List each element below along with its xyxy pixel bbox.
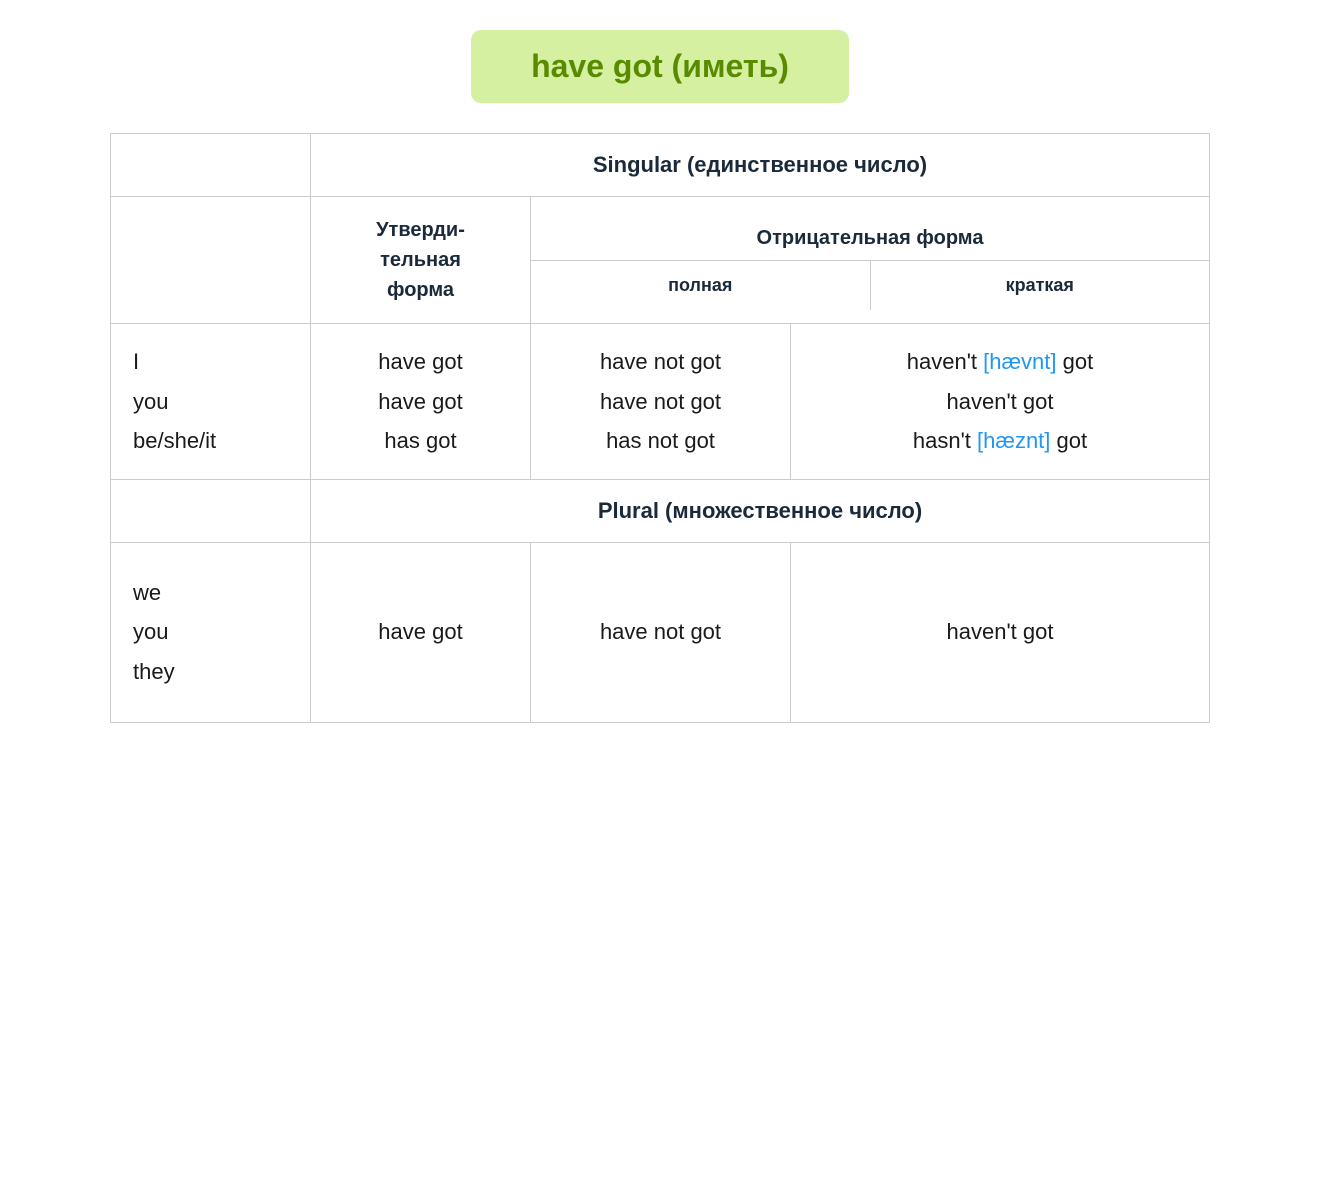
column-headers-row: Утверди-тельнаяформа Отрицательная форма… <box>111 197 1210 324</box>
subject-cell-plural: weyouthey <box>111 542 311 722</box>
title-text: have got (иметь) <box>531 48 789 84</box>
page-container: have got (иметь) Singular (единственное … <box>110 30 1210 723</box>
empty-header-cell <box>111 197 311 324</box>
plural-header: Plural (множественное число) <box>311 479 1210 542</box>
negative-full-cell-singular: have not gothave not gothas not got <box>531 324 791 480</box>
plural-header-row: Plural (множественное число) <box>111 479 1210 542</box>
title-badge: have got (иметь) <box>471 30 849 103</box>
singular-header: Singular (единственное число) <box>311 134 1210 197</box>
affirmative-cell-plural: have got <box>311 542 531 722</box>
subject-cell-singular: Iyoube/she/it <box>111 324 311 480</box>
negative-header-label: Отрицательная форма <box>531 211 1209 260</box>
full-sub-header: полная <box>531 261 871 310</box>
empty-cell-singular <box>111 134 311 197</box>
singular-data-row: Iyoube/she/it have gothave gothas got ha… <box>111 324 1210 480</box>
negative-header-group: Отрицательная форма полная краткая <box>531 197 1210 324</box>
grammar-table: Singular (единственное число) Утверди-те… <box>110 133 1210 723</box>
short-sub-header: краткая <box>871 261 1210 310</box>
affirmative-header: Утверди-тельнаяформа <box>311 197 531 324</box>
singular-header-row: Singular (единственное число) <box>111 134 1210 197</box>
phonetic-havnt: [hævnt] <box>983 349 1056 374</box>
empty-cell-plural <box>111 479 311 542</box>
negative-short-cell-plural: haven't got <box>791 542 1210 722</box>
plural-data-row: weyouthey have got have not got haven't … <box>111 542 1210 722</box>
phonetic-haznt: [hæznt] <box>977 428 1050 453</box>
affirmative-cell-singular: have gothave gothas got <box>311 324 531 480</box>
negative-full-cell-plural: have not got <box>531 542 791 722</box>
negative-short-cell-singular: haven't [hævnt] got haven't got hasn't [… <box>791 324 1210 480</box>
